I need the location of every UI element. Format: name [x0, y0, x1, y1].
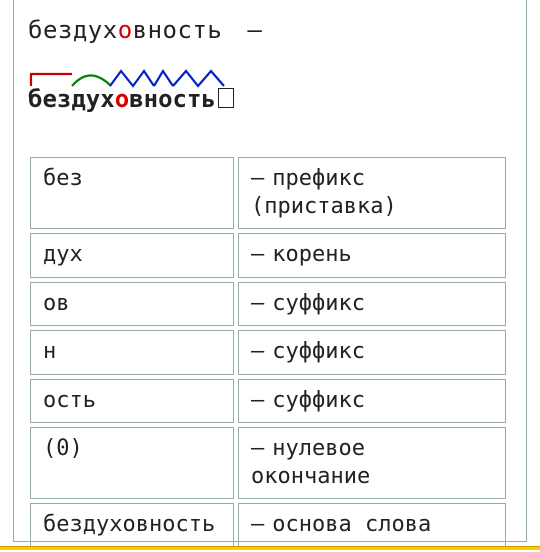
dash-icon: — [251, 436, 264, 461]
morph-root: дух [71, 85, 114, 113]
part-cell: (0) [30, 427, 234, 499]
headline: бездуховность — [28, 16, 512, 44]
morpheme-word: бездуховность [28, 85, 234, 113]
gold-accent-bar [0, 546, 540, 550]
desc-text: основа слова [272, 512, 431, 537]
part-cell: дух [30, 233, 234, 278]
morph-rest: вность [129, 85, 216, 113]
table-row: бездуховность — основа слова [30, 503, 506, 548]
headline-accent: о [118, 16, 133, 44]
part-cell: ов [30, 282, 234, 327]
desc-cell: —префикс (приставка) [238, 157, 506, 229]
table-row: без —префикс (приставка) [30, 157, 506, 229]
desc-cell: — суффикс [238, 330, 506, 375]
desc-text: суффикс [272, 291, 365, 316]
dash-icon: — [251, 242, 264, 267]
part-cell: бездуховность [30, 503, 234, 548]
desc-cell: —нулевое окончание [238, 427, 506, 499]
desc-text: корень [272, 242, 351, 267]
table-row: (0) —нулевое окончание [30, 427, 506, 499]
headline-pre: бездух [28, 16, 118, 44]
table-row: дух — корень [30, 233, 506, 278]
desc-cell: — суффикс [238, 379, 506, 424]
morph-prefix: без [28, 85, 71, 113]
headline-post: вность [133, 16, 223, 44]
desc-text: суффикс [272, 388, 365, 413]
morpheme-diagram: бездуховность [28, 68, 258, 113]
desc-text: нулевое окончание [251, 436, 370, 489]
part-cell: без [30, 157, 234, 229]
morphology-card: бездуховность — бездуховность [13, 0, 527, 542]
part-cell: ость [30, 379, 234, 424]
suffix-mark-3-icon [173, 71, 224, 86]
desc-text: суффикс [272, 339, 365, 364]
dash-icon: — [251, 512, 264, 537]
table-row: ость — суффикс [30, 379, 506, 424]
morpheme-table: без —префикс (приставка) дух —корень ов … [26, 153, 510, 552]
dash-icon: — [251, 339, 264, 364]
suffix-mark-2-icon [154, 71, 173, 86]
table-row: ов — суффикс [30, 282, 506, 327]
table-row: н — суффикс [30, 330, 506, 375]
desc-cell: — суффикс [238, 282, 506, 327]
headline-dash: — [247, 16, 262, 44]
zero-ending-box-icon [218, 88, 234, 108]
desc-cell: — корень [238, 233, 506, 278]
dash-icon: — [251, 166, 264, 191]
desc-cell: — основа слова [238, 503, 506, 548]
dash-icon: — [251, 291, 264, 316]
desc-text: префикс (приставка) [251, 166, 397, 219]
morph-accent: о [115, 85, 129, 113]
part-cell: н [30, 330, 234, 375]
suffix-mark-1-icon [110, 71, 154, 86]
dash-icon: — [251, 388, 264, 413]
